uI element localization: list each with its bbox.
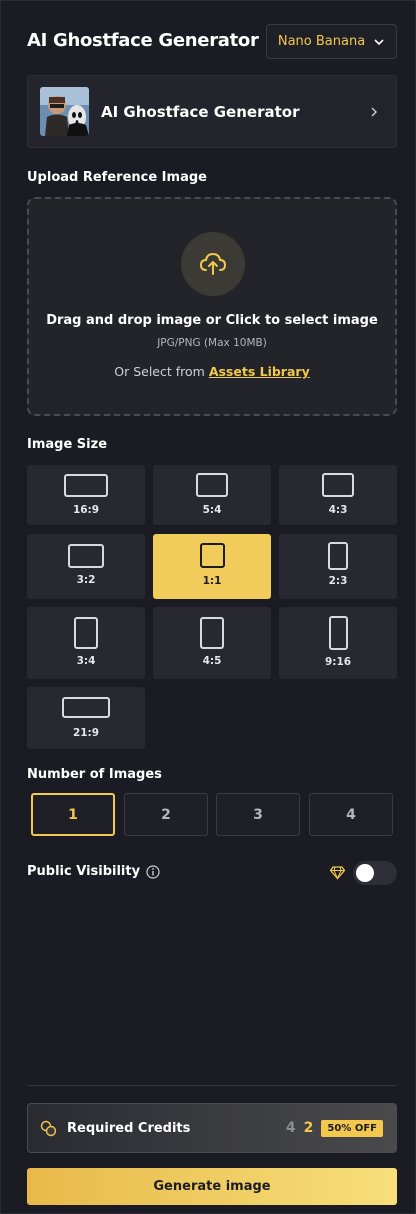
public-visibility-toggle[interactable] — [353, 861, 397, 885]
num-images-option-1[interactable]: 1 — [31, 793, 115, 836]
dropzone-file-hint: JPG/PNG (Max 10MB) — [157, 337, 267, 349]
generate-image-button[interactable]: Generate image — [27, 1168, 397, 1205]
public-visibility-row: Public Visibility — [27, 864, 160, 879]
size-option-3-4[interactable]: 3:4 — [27, 607, 145, 679]
aspect-shape-icon — [322, 473, 354, 497]
size-option-16-9[interactable]: 16:9 — [27, 465, 145, 525]
aspect-shape-icon — [68, 544, 104, 568]
size-option-label: 1:1 — [202, 575, 222, 587]
model-select-label: Nano Banana — [277, 34, 366, 49]
public-visibility-label: Public Visibility — [27, 864, 141, 879]
size-option-4-5[interactable]: 4:5 — [153, 607, 271, 679]
discounted-credits: 2 — [303, 1120, 314, 1136]
size-option-label: 3:2 — [76, 574, 96, 586]
preset-thumbnail — [40, 87, 89, 136]
page-title: AI Ghostface Generator — [27, 30, 259, 51]
size-option-label: 4:5 — [202, 655, 222, 667]
aspect-shape-icon — [200, 617, 224, 649]
size-option-label: 4:3 — [328, 504, 348, 516]
size-option-label: 3:4 — [76, 655, 96, 667]
info-icon[interactable] — [146, 864, 160, 879]
toggle-knob — [356, 864, 374, 882]
discount-badge: 50% OFF — [321, 1119, 383, 1137]
generator-panel: AI Ghostface Generator Nano Banana AI Gh… — [0, 0, 416, 1214]
number-of-images-label: Number of Images — [27, 767, 162, 782]
required-credits-bar: Required Credits 4 2 50% OFF — [27, 1103, 397, 1153]
chevron-right-icon — [371, 107, 377, 116]
size-option-9-16[interactable]: 9:16 — [279, 607, 397, 679]
aspect-shape-icon — [64, 474, 108, 497]
size-option-5-4[interactable]: 5:4 — [153, 465, 271, 525]
upload-dropzone[interactable]: Drag and drop image or Click to select i… — [27, 197, 397, 416]
chevron-down-icon — [374, 38, 384, 45]
upload-section-label: Upload Reference Image — [27, 170, 207, 185]
size-option-label: 16:9 — [72, 504, 100, 516]
num-images-option-4[interactable]: 4 — [309, 793, 393, 836]
assets-library-link[interactable]: Assets Library — [209, 364, 310, 379]
aspect-shape-icon — [200, 543, 225, 568]
size-option-1-1[interactable]: 1:1 — [153, 534, 271, 599]
image-size-label: Image Size — [27, 437, 108, 452]
required-credits-label: Required Credits — [67, 1120, 191, 1136]
size-option-label: 5:4 — [202, 504, 222, 516]
diamond-icon — [330, 866, 345, 880]
aspect-shape-icon — [329, 616, 348, 650]
num-images-option-2[interactable]: 2 — [124, 793, 208, 836]
alt-source-prefix: Or Select from — [114, 364, 205, 379]
size-option-label: 9:16 — [324, 656, 352, 668]
preset-label: AI Ghostface Generator — [101, 102, 300, 121]
cloud-upload-icon — [199, 252, 227, 275]
original-credits: 4 — [285, 1120, 296, 1136]
size-option-label: 21:9 — [72, 727, 100, 739]
aspect-shape-icon — [74, 617, 98, 649]
divider — [27, 1085, 397, 1086]
coins-icon — [40, 1120, 57, 1136]
dropzone-alt-source: Or Select from Assets Library — [29, 364, 395, 379]
size-option-2-3[interactable]: 2:3 — [279, 534, 397, 599]
preset-selector[interactable]: AI Ghostface Generator — [27, 75, 397, 148]
upload-icon-circle — [181, 232, 245, 296]
aspect-shape-icon — [62, 697, 110, 718]
dropzone-instruction: Drag and drop image or Click to select i… — [46, 313, 378, 328]
model-select-button[interactable]: Nano Banana — [266, 24, 397, 59]
aspect-shape-icon — [196, 473, 228, 497]
num-images-option-3[interactable]: 3 — [216, 793, 300, 836]
aspect-shape-icon — [328, 542, 348, 570]
size-option-21-9[interactable]: 21:9 — [27, 687, 145, 749]
size-option-3-2[interactable]: 3:2 — [27, 534, 145, 599]
size-option-label: 2:3 — [328, 575, 348, 587]
size-option-4-3[interactable]: 4:3 — [279, 465, 397, 525]
